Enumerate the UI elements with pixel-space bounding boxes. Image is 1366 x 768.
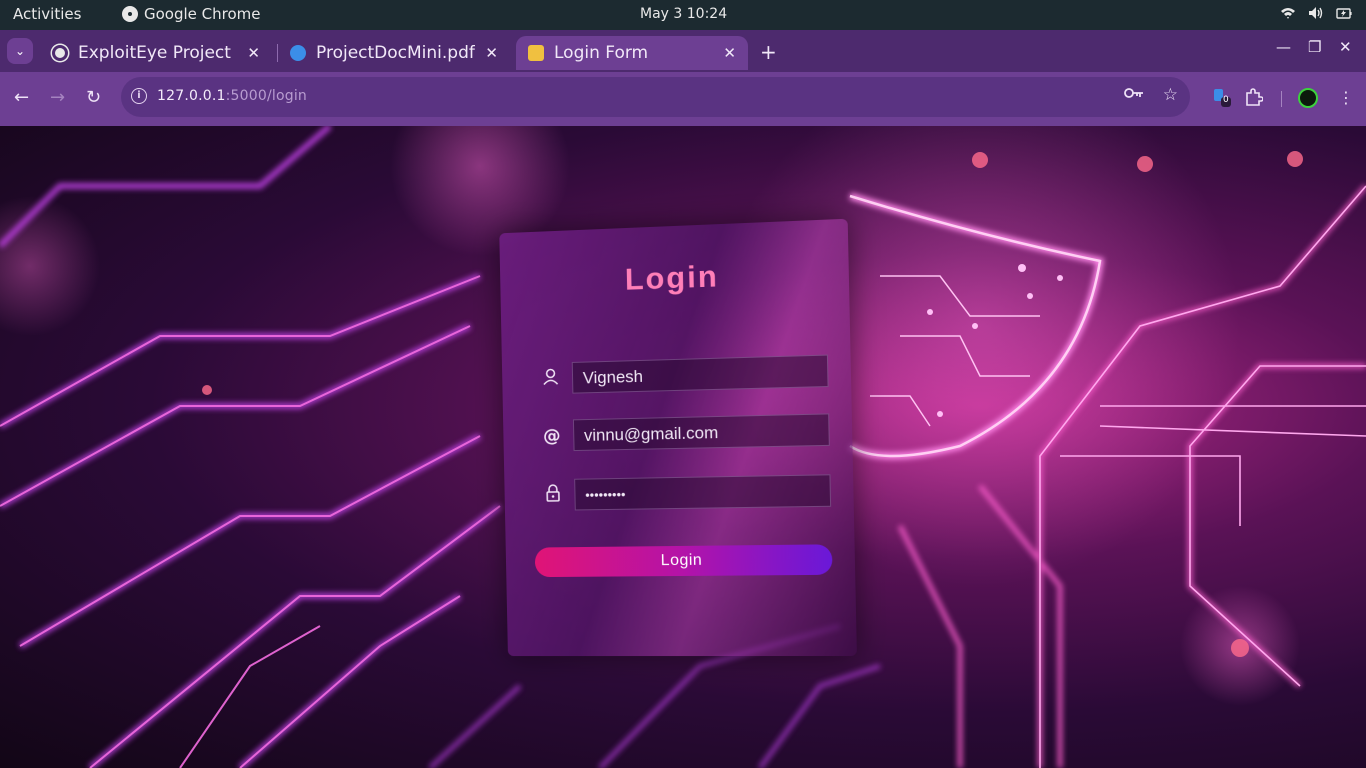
more-menu-icon[interactable]: ⋮: [1338, 88, 1354, 107]
extension-badge-icon[interactable]: 0: [1212, 88, 1232, 112]
at-sign-icon: @: [542, 425, 561, 447]
new-tab-plus-icon[interactable]: +: [760, 40, 777, 64]
minimize-icon[interactable]: —: [1276, 38, 1291, 56]
close-icon[interactable]: ✕: [485, 44, 498, 62]
url-path: :5000/login: [225, 88, 307, 104]
tab-title: ExploitEye Project: [78, 43, 231, 63]
address-bar[interactable]: i 127.0.0.1:5000/login ☆: [121, 77, 1190, 117]
tab-exploiteye[interactable]: ExploitEye Project ✕: [40, 36, 272, 70]
lock-icon: [541, 483, 565, 506]
globe-icon: [52, 45, 68, 61]
battery-icon: [1336, 6, 1352, 20]
tab-search-button[interactable]: ⌄: [7, 38, 33, 64]
volume-icon: [1308, 6, 1324, 20]
back-arrow-icon[interactable]: ←: [14, 87, 29, 108]
username-row: Vignesh: [539, 354, 829, 396]
password-input[interactable]: •••••••••: [574, 474, 832, 511]
app-name: Google Chrome: [144, 5, 261, 23]
extension-badge-count: 0: [1223, 95, 1229, 105]
close-icon[interactable]: ✕: [247, 44, 260, 62]
extensions-puzzle-icon[interactable]: [1245, 88, 1264, 110]
lock-favicon-icon: [528, 45, 544, 61]
email-row: @ vinnu@gmail.com: [540, 412, 830, 452]
forward-arrow-icon[interactable]: →: [50, 87, 65, 108]
email-input[interactable]: vinnu@gmail.com: [572, 413, 830, 452]
bookmark-star-icon[interactable]: ☆: [1163, 85, 1178, 105]
tab-title: Login Form: [554, 43, 649, 63]
username-input[interactable]: Vignesh: [571, 354, 829, 394]
document-icon: [290, 45, 306, 61]
password-key-icon[interactable]: [1124, 86, 1144, 104]
toolbar-divider: [1281, 91, 1282, 107]
window-close-icon[interactable]: ✕: [1339, 38, 1352, 56]
tab-title: ProjectDocMini.pdf: [316, 43, 475, 63]
login-title: Login: [624, 258, 720, 297]
maximize-icon[interactable]: ❐: [1308, 38, 1321, 56]
url-host: 127.0.0.1: [157, 88, 226, 104]
close-icon[interactable]: ✕: [723, 44, 736, 62]
tab-projectdoc[interactable]: ProjectDocMini.pdf ✕: [278, 36, 510, 70]
tab-login-form[interactable]: Login Form ✕: [516, 36, 748, 70]
chevron-down-icon: ⌄: [14, 44, 26, 58]
system-top-bar: Activities Google Chrome May 3 10:24: [0, 0, 1366, 30]
tab-strip: ⌄ ExploitEye Project ✕ ProjectDocMini.pd…: [0, 30, 1366, 72]
activities-button[interactable]: Activities: [13, 5, 81, 23]
reload-icon[interactable]: ↻: [86, 87, 101, 108]
user-icon: [539, 367, 563, 390]
url-text[interactable]: 127.0.0.1:5000/login: [157, 88, 307, 104]
chrome-icon: [122, 6, 138, 22]
system-tray[interactable]: [1280, 6, 1352, 20]
site-info-icon[interactable]: i: [131, 88, 147, 104]
wifi-icon: [1280, 6, 1296, 20]
password-row: •••••••••: [541, 473, 832, 512]
browser-toolbar: ← → ↻ i 127.0.0.1:5000/login ☆ 0 ⋮: [0, 72, 1366, 126]
login-button[interactable]: Login: [534, 544, 833, 578]
app-menu[interactable]: Google Chrome: [122, 5, 261, 23]
login-card: Login Vignesh @ vinnu@gmail.com ••••••••…: [499, 218, 857, 657]
profile-avatar[interactable]: [1298, 88, 1318, 108]
clock[interactable]: May 3 10:24: [640, 6, 727, 22]
page-viewport: Login Vignesh @ vinnu@gmail.com ••••••••…: [0, 126, 1366, 768]
